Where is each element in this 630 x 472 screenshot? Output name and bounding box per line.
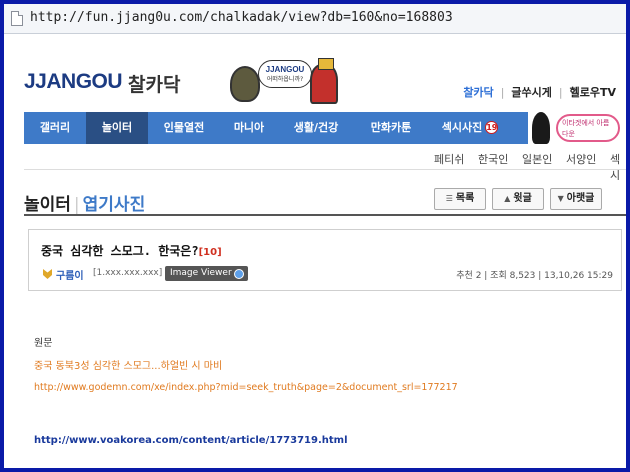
author-ip: [1.xxx.xxx.xxx] bbox=[93, 268, 163, 278]
top-link-chalkadak[interactable]: 찰카닥 bbox=[463, 84, 493, 100]
bubble-logo: JJANGOU bbox=[265, 65, 305, 74]
promo-text: 이타겟에서 아름다운 bbox=[556, 114, 620, 142]
mascot-banner[interactable]: JJANGOU 어떠하옵니까? bbox=[224, 58, 364, 106]
nav-item-people[interactable]: 인물열전 bbox=[148, 112, 220, 144]
nav-label: 마니아 bbox=[233, 121, 265, 134]
list-icon: ☰ bbox=[445, 194, 453, 203]
post-stats: 추천 2 | 조회 8,523 | 13,10,26 15:29 bbox=[456, 271, 613, 281]
title-divider bbox=[24, 214, 626, 216]
nav-item-life-health[interactable]: 생활/건강 bbox=[278, 112, 354, 144]
post-title-text: 중국 심각한 스모그. 한국은? bbox=[41, 244, 199, 258]
board-title: 놀이터 | 엽기사진 bbox=[24, 190, 145, 215]
top-links: 찰카닥 | 글쑤시게 | 헬로우TV bbox=[463, 84, 616, 100]
nav-label: 갤러리 bbox=[39, 121, 71, 134]
page-icon bbox=[11, 11, 23, 26]
content-original-label: 원문 bbox=[34, 338, 53, 349]
site-logo[interactable]: JJANGOU bbox=[24, 70, 123, 94]
subnav-item-western[interactable]: 서양인 bbox=[566, 151, 596, 167]
mascot-speech-bubble: JJANGOU 어떠하옵니까? bbox=[258, 60, 312, 88]
subnav-item-korean[interactable]: 한국인 bbox=[478, 151, 508, 167]
subnav-item-japanese[interactable]: 일본인 bbox=[522, 151, 552, 167]
nav-label: 놀이터 bbox=[101, 121, 133, 134]
user-level-icon bbox=[43, 269, 52, 279]
url-text[interactable]: http://fun.jjang0u.com/chalkadak/view?db… bbox=[30, 10, 453, 25]
triangle-up-icon: ▲ bbox=[504, 194, 511, 203]
next-post-button[interactable]: ▼ 아랫글 bbox=[550, 188, 602, 210]
mascot-character-icon bbox=[230, 66, 260, 102]
promo-banner[interactable]: 이타겟에서 아름다운 bbox=[528, 112, 626, 144]
board-category[interactable]: 엽기사진 bbox=[83, 195, 146, 215]
nav-label: 섹시사진 bbox=[441, 121, 483, 134]
content-source-link[interactable]: http://www.godemn.com/xe/index.php?mid=s… bbox=[34, 382, 458, 393]
image-viewer-button[interactable]: Image Viewer bbox=[165, 266, 248, 281]
sub-nav: 페티쉬 한국인 일본인 서양인 섹시 bbox=[24, 144, 626, 182]
divider: | bbox=[558, 86, 563, 99]
author-name[interactable]: 구름이 bbox=[56, 267, 84, 282]
nav-label: 인물열전 bbox=[163, 121, 205, 134]
divider: | bbox=[500, 86, 505, 99]
post-header: 중국 심각한 스모그. 한국은?[10] 구름이 [1.xxx.xxx.xxx]… bbox=[28, 229, 622, 291]
board-name[interactable]: 놀이터 bbox=[24, 195, 71, 215]
post-title: 중국 심각한 스모그. 한국은?[10] bbox=[41, 242, 222, 259]
content-voa-link[interactable]: http://www.voakorea.com/content/article/… bbox=[34, 435, 348, 446]
subnav-item-fetish[interactable]: 페티쉬 bbox=[434, 151, 464, 167]
button-label: 목록 bbox=[455, 193, 475, 204]
button-label: 윗글 bbox=[513, 193, 532, 204]
divider: | bbox=[73, 195, 80, 215]
nav-item-gallery[interactable]: 갤러리 bbox=[24, 112, 86, 144]
bubble-text: 어떠하옵니까? bbox=[266, 76, 304, 83]
button-label: 아랫글 bbox=[566, 193, 595, 204]
main-nav: 갤러리 놀이터 인물열전 마니아 생활/건강 만화카툰 섹시사진 19 이타겟에서… bbox=[24, 112, 626, 144]
top-link-hellotv[interactable]: 헬로우TV bbox=[570, 84, 616, 100]
adult-badge: 19 bbox=[485, 121, 499, 134]
prev-post-button[interactable]: ▲ 윗글 bbox=[492, 188, 544, 210]
nav-item-cartoon[interactable]: 만화카툰 bbox=[354, 112, 428, 144]
subnav-item-sexy[interactable]: 섹시 bbox=[610, 151, 626, 183]
site-section-name[interactable]: 찰카닥 bbox=[128, 70, 180, 97]
king-character-icon bbox=[310, 58, 338, 104]
nav-item-sexy-photo[interactable]: 섹시사진 19 bbox=[428, 112, 512, 144]
top-link-geulssusige[interactable]: 글쑤시게 bbox=[511, 84, 551, 100]
nav-item-playground[interactable]: 놀이터 bbox=[86, 112, 148, 144]
nav-item-mania[interactable]: 마니아 bbox=[220, 112, 278, 144]
silhouette-icon bbox=[532, 112, 550, 144]
content-source-title[interactable]: 중국 동북3성 심각한 스모그...하얼빈 시 마비 bbox=[34, 357, 222, 372]
address-bar[interactable]: http://fun.jjang0u.com/chalkadak/view?db… bbox=[4, 4, 626, 34]
list-button[interactable]: ☰ 목록 bbox=[434, 188, 486, 210]
nav-label: 만화카툰 bbox=[370, 121, 412, 134]
browser-frame: http://fun.jjang0u.com/chalkadak/view?db… bbox=[4, 4, 626, 468]
comment-count[interactable]: [10] bbox=[199, 247, 222, 258]
triangle-down-icon: ▼ bbox=[557, 194, 564, 203]
nav-label: 생활/건강 bbox=[293, 121, 339, 134]
